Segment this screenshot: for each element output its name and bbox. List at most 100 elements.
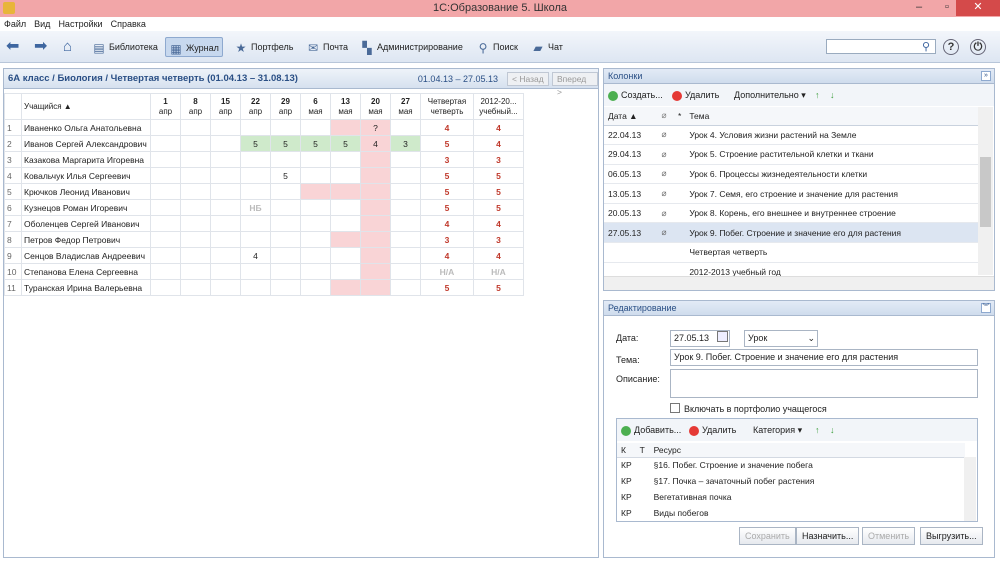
grade-cell[interactable] <box>360 215 391 232</box>
grade-cell[interactable] <box>360 183 391 200</box>
date-column-header[interactable]: 8 апр <box>180 93 211 120</box>
grade-cell[interactable] <box>390 231 421 248</box>
year-grade[interactable]: 5 <box>473 167 524 184</box>
grade-cell[interactable]: 5 <box>270 167 301 184</box>
grade-cell[interactable] <box>180 151 211 168</box>
resources-scrollbar[interactable] <box>964 457 976 521</box>
resource-row[interactable]: КР Виды побегов <box>617 505 965 521</box>
grade-cell[interactable] <box>300 279 331 296</box>
grade-cell[interactable] <box>240 183 271 200</box>
grade-cell[interactable] <box>240 263 271 280</box>
portfolio-checkbox[interactable] <box>670 403 680 413</box>
student-name[interactable]: Петров Федор Петрович <box>21 231 151 248</box>
grade-cell[interactable] <box>330 231 361 248</box>
search-go-icon[interactable]: ⚲ <box>922 40 930 53</box>
col-topic-header[interactable]: Тема <box>685 107 978 126</box>
delete-resource-button[interactable]: Удалить <box>689 419 736 441</box>
grade-cell[interactable] <box>330 279 361 296</box>
grade-cell[interactable]: 4 <box>360 135 391 152</box>
grade-cell[interactable] <box>390 279 421 296</box>
grade-cell[interactable] <box>330 167 361 184</box>
grade-cell[interactable] <box>270 183 301 200</box>
student-name[interactable]: Иванов Сергей Александрович <box>21 135 151 152</box>
grade-cell[interactable] <box>270 263 301 280</box>
grade-cell[interactable] <box>210 135 241 152</box>
quarter-grade[interactable]: 4 <box>420 119 474 136</box>
column-row[interactable]: 13.05.13 ⌀ Урок 7. Семя, его строение и зн… <box>604 183 978 204</box>
student-name[interactable]: Сенцов Владислав Андреевич <box>21 247 151 264</box>
move-up-icon[interactable]: ↑ <box>815 419 820 441</box>
move-down-icon[interactable]: ↓ <box>830 84 835 106</box>
student-name[interactable]: Иваненко Ольга Анатольевна <box>21 119 151 136</box>
grade-cell[interactable] <box>330 263 361 280</box>
grade-cell[interactable] <box>240 151 271 168</box>
grade-cell[interactable] <box>180 215 211 232</box>
quarter-column-header[interactable]: Четвертая четверть <box>420 93 474 120</box>
grade-cell[interactable] <box>270 247 301 264</box>
search-input[interactable] <box>826 39 936 54</box>
grade-cell[interactable]: НБ <box>240 199 271 216</box>
col-date-header[interactable]: Дата ▲ <box>604 107 654 126</box>
grade-cell[interactable] <box>240 215 271 232</box>
quarter-grade[interactable]: 4 <box>420 247 474 264</box>
more-dropdown[interactable]: Дополнительно ▾ <box>734 84 806 106</box>
grade-cell[interactable] <box>330 151 361 168</box>
back-icon[interactable]: ⬅ <box>6 37 19 57</box>
grade-cell[interactable] <box>390 167 421 184</box>
grade-cell[interactable] <box>390 183 421 200</box>
grade-cell[interactable] <box>150 247 181 264</box>
grade-cell[interactable] <box>150 279 181 296</box>
grade-cell[interactable] <box>360 231 391 248</box>
grade-cell[interactable] <box>150 167 181 184</box>
grade-cell[interactable] <box>210 167 241 184</box>
date-column-header[interactable]: 27 мая <box>390 93 421 120</box>
grade-cell[interactable] <box>390 199 421 216</box>
description-field[interactable] <box>670 369 978 398</box>
home-icon[interactable]: ⌂ <box>63 37 72 57</box>
year-grade[interactable]: 3 <box>473 151 524 168</box>
grade-cell[interactable] <box>150 215 181 232</box>
portfolio-button[interactable]: ★ Портфель <box>234 37 294 57</box>
assign-button[interactable]: Назначить... <box>796 527 860 545</box>
grade-cell[interactable] <box>210 231 241 248</box>
grade-cell[interactable] <box>180 135 211 152</box>
column-row[interactable]: 29.04.13 ⌀ Урок 5. Строение растительной к… <box>604 144 978 165</box>
student-row[interactable]: 8 Петров Федор Петрович 3 3 <box>4 231 524 248</box>
grade-cell[interactable] <box>180 199 211 216</box>
student-name[interactable]: Степанова Елена Сергеевна <box>21 263 151 280</box>
date-column-header[interactable]: 29 апр <box>270 93 301 120</box>
grade-cell[interactable] <box>180 247 211 264</box>
columns-scrollbar[interactable] <box>978 107 993 275</box>
grade-cell[interactable] <box>330 119 361 136</box>
grade-cell[interactable] <box>360 279 391 296</box>
minimize-button[interactable]: – <box>906 0 932 16</box>
grade-cell[interactable] <box>330 215 361 232</box>
student-header[interactable]: Учащийся ▲ <box>21 93 151 120</box>
grade-cell[interactable] <box>270 231 301 248</box>
grade-cell[interactable] <box>330 183 361 200</box>
grade-cell[interactable] <box>360 151 391 168</box>
grade-cell[interactable] <box>210 119 241 136</box>
grade-cell[interactable] <box>150 151 181 168</box>
admin-button[interactable]: ▚ Администрирование <box>360 37 462 57</box>
add-resource-button[interactable]: Добавить... <box>621 419 681 441</box>
student-name[interactable]: Ковальчук Илья Сергеевич <box>21 167 151 184</box>
resource-row[interactable]: КР §16. Побег. Строение и значение побега <box>617 457 965 473</box>
grade-cell[interactable] <box>360 263 391 280</box>
grade-cell[interactable] <box>150 183 181 200</box>
export-button[interactable]: Выгрузить... <box>920 527 983 545</box>
grade-cell[interactable] <box>390 151 421 168</box>
quarter-grade[interactable]: 5 <box>420 279 474 296</box>
grade-cell[interactable] <box>150 263 181 280</box>
grade-cell[interactable] <box>150 199 181 216</box>
column-row[interactable]: 20.05.13 ⌀ Урок 8. Корень, его внешнее и в… <box>604 203 978 224</box>
delete-button[interactable]: Удалить <box>672 84 719 106</box>
grade-cell[interactable] <box>150 135 181 152</box>
year-grade[interactable]: 4 <box>473 215 524 232</box>
student-name[interactable]: Кузнецов Роман Игоревич <box>21 199 151 216</box>
grade-cell[interactable] <box>300 167 331 184</box>
quarter-grade[interactable]: 3 <box>420 231 474 248</box>
grade-cell[interactable] <box>300 119 331 136</box>
column-row[interactable]: 06.05.13 ⌀ Урок 6. Процессы жизнедеятельно… <box>604 164 978 185</box>
quarter-grade[interactable]: 5 <box>420 167 474 184</box>
